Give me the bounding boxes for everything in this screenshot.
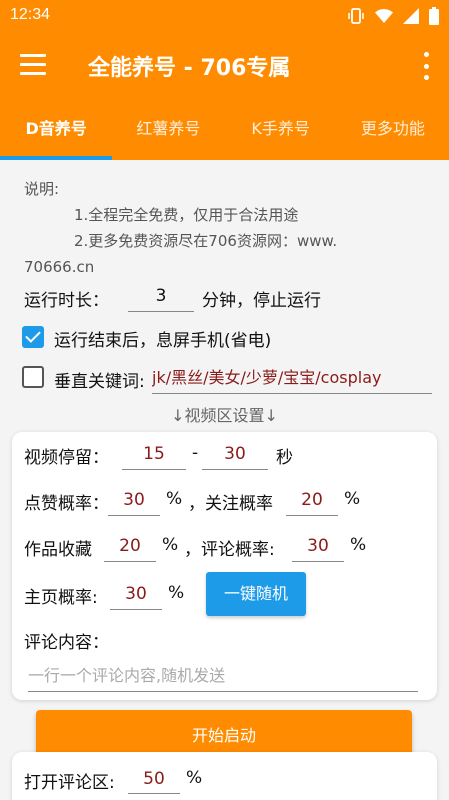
keyword-checkbox[interactable] [22,366,44,388]
note-line-2: 2.更多免费资源尽在706资源网：www. [74,232,338,250]
note-line-1: 1.全程完全免费，仅用于合法用途 [74,206,299,224]
follow-rate-percent: % [344,489,361,509]
keyword-input[interactable]: jk/黑丝/美女/少萝/宝宝/cosplay [152,364,432,394]
tab-bar: D音养号 红薯养号 K手养号 更多功能 [0,100,449,160]
like-rate-input[interactable]: 30 [108,486,160,516]
video-stay-unit: 秒 [276,448,293,468]
screen-off-checkbox[interactable] [22,326,44,348]
comment-rate-percent: % [350,535,367,555]
video-stay-max-input[interactable]: 30 [202,440,268,470]
tab-kuaishou[interactable]: K手养号 [225,100,337,160]
battery-icon [429,7,439,25]
like-rate-label: 点赞概率： [24,494,109,514]
follow-rate-input[interactable]: 20 [286,486,338,516]
video-stay-dash: - [192,443,199,463]
comment-content-label: 评论内容： [24,633,109,653]
homepage-rate-percent: % [168,583,185,603]
more-options-icon[interactable] [423,52,429,80]
tab-douyin[interactable]: D音养号 [0,100,112,160]
description-note: 说明: 1.全程完全免费，仅用于合法用途 2.更多免费资源尽在706资源网：ww… [24,176,434,280]
menu-icon[interactable] [20,54,46,78]
open-comment-input[interactable]: 50 [128,766,180,794]
homepage-rate-input[interactable]: 30 [110,580,162,610]
video-section-title: ↓视频区设置↓ [171,406,278,425]
status-bar: 12:34 [0,0,449,32]
comment-content-input[interactable]: 一行一个评论内容,随机发送 [28,662,418,692]
video-stay-label: 视频停留： [24,448,109,468]
tab-xiaohongshu[interactable]: 红薯养号 [112,100,224,160]
collect-rate-label: 作品收藏 [24,540,92,560]
tab-indicator [0,156,112,160]
screen-off-label: 运行结束后，息屏手机(省电) [54,331,272,351]
collect-rate-percent: % [162,535,179,555]
collect-rate-input[interactable]: 20 [104,532,156,562]
follow-rate-label: ，关注概率 [188,494,273,514]
signal-icon [403,8,419,24]
video-settings-card [12,432,437,700]
note-line-3: 70666.cn [24,258,95,276]
wifi-icon [375,9,393,23]
status-time: 12:34 [10,6,51,23]
app-title: 全能养号 - 706专属 [88,56,291,81]
random-button[interactable]: 一键随机 [206,572,306,616]
run-duration-suffix: 分钟，停止运行 [202,291,321,311]
open-comment-percent: % [186,768,203,788]
app-bar: 全能养号 - 706专属 [0,32,449,100]
tab-more-features[interactable]: 更多功能 [337,100,449,160]
note-heading: 说明: [24,180,60,198]
like-rate-percent: % [166,489,183,509]
status-icons [347,7,439,25]
run-duration-label: 运行时长： [24,291,109,311]
vibrate-icon [348,8,364,24]
open-comment-label: 打开评论区: [24,773,115,793]
run-duration-input[interactable]: 3 [128,282,194,312]
comment-rate-label: ，评论概率: [184,540,275,560]
comment-rate-input[interactable]: 30 [292,532,344,562]
video-stay-min-input[interactable]: 15 [122,440,186,470]
homepage-rate-label: 主页概率: [24,588,98,608]
keyword-label: 垂直关键词: [54,372,145,392]
